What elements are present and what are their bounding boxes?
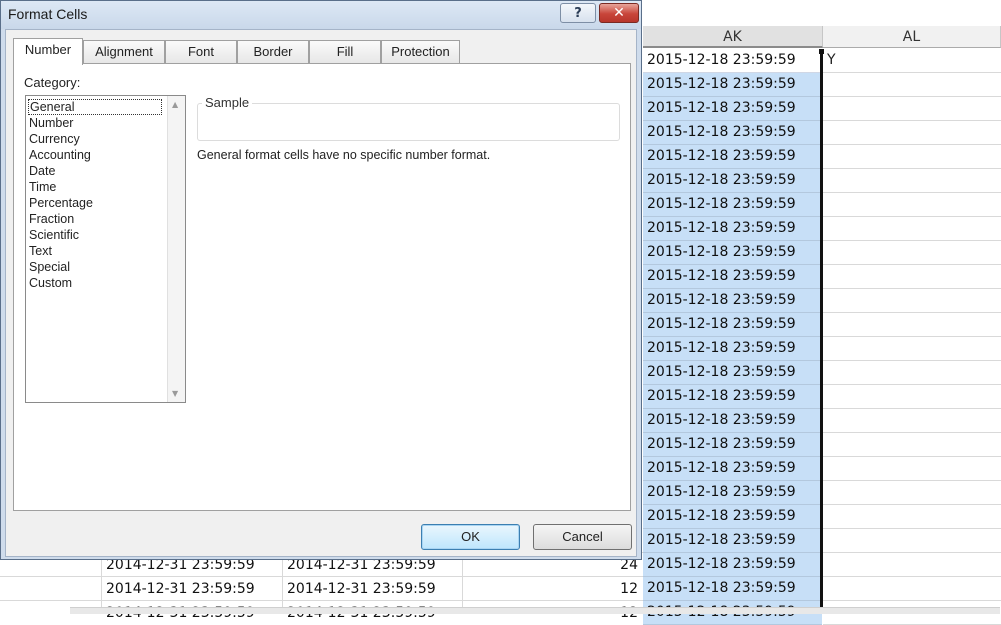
al-cell[interactable]	[823, 361, 1001, 385]
ak-cell[interactable]: 2015-12-18 23:59:59	[643, 73, 822, 97]
dialog-titlebar[interactable]: Format Cells ? ✕	[1, 1, 641, 29]
ak-cell[interactable]: 2015-12-18 23:59:59	[643, 121, 822, 145]
ak-cell[interactable]: 2015-12-18 23:59:59	[643, 49, 822, 73]
category-item[interactable]: Number	[28, 115, 162, 131]
ak-cell[interactable]: 2015-12-18 23:59:59	[643, 169, 822, 193]
ak-cell[interactable]: 2015-12-18 23:59:59	[643, 553, 822, 577]
al-cell[interactable]	[823, 97, 1001, 121]
category-item[interactable]: Accounting	[28, 147, 162, 163]
dialog-body: Number Alignment Font Border Fill Protec…	[5, 29, 637, 557]
al-cell[interactable]	[823, 313, 1001, 337]
al-cell[interactable]	[823, 241, 1001, 265]
al-cell[interactable]	[823, 577, 1001, 601]
category-item[interactable]: Date	[28, 163, 162, 179]
ak-cell[interactable]: 2015-12-18 23:59:59	[643, 289, 822, 313]
ak-cell[interactable]: 2015-12-18 23:59:59	[643, 577, 822, 601]
ok-button[interactable]: OK	[421, 524, 520, 550]
al-cell[interactable]	[823, 73, 1001, 97]
selection-fill-handle[interactable]	[819, 49, 824, 54]
column-header-ak[interactable]: AK	[643, 26, 823, 48]
al-cell[interactable]	[823, 553, 1001, 577]
category-listbox[interactable]: General Number Currency Accounting Date Time P…	[25, 95, 186, 403]
al-cell[interactable]	[823, 193, 1001, 217]
al-cell[interactable]	[823, 145, 1001, 169]
category-scrollbar[interactable]: ▲ ▼	[167, 96, 185, 402]
tab-fill[interactable]: Fill	[309, 40, 381, 64]
format-cells-dialog: Format Cells ? ✕ Number Alignment Font B…	[0, 0, 642, 560]
ak-cell[interactable]: 2015-12-18 23:59:59	[643, 217, 822, 241]
ak-cell[interactable]: 2015-12-18 23:59:59	[643, 529, 822, 553]
column-gridline	[462, 553, 463, 613]
al-cell[interactable]	[823, 505, 1001, 529]
al-cell[interactable]	[823, 265, 1001, 289]
ak-cell[interactable]: 2015-12-18 23:59:59	[643, 265, 822, 289]
ak-cell[interactable]: 2015-12-18 23:59:59	[643, 241, 822, 265]
help-button[interactable]: ?	[560, 3, 596, 23]
scroll-down-icon[interactable]: ▼	[172, 389, 178, 398]
tab-border[interactable]: Border	[237, 40, 309, 64]
al-cell[interactable]	[823, 433, 1001, 457]
sample-group	[197, 103, 620, 141]
ak-cell[interactable]: 2015-12-18 23:59:59	[643, 193, 822, 217]
category-label: Category:	[24, 75, 81, 90]
date-cell[interactable]: 2014-12-31 23:59:59	[287, 577, 436, 601]
dialog-title: Format Cells	[8, 6, 88, 22]
category-item[interactable]: Text	[28, 243, 162, 259]
column-gridline	[101, 553, 102, 613]
al-cell[interactable]: Y	[823, 49, 1001, 73]
category-item[interactable]: Custom	[28, 275, 162, 291]
category-item[interactable]: Fraction	[28, 211, 162, 227]
selection-border	[820, 50, 823, 613]
category-item[interactable]: Currency	[28, 131, 162, 147]
cancel-button[interactable]: Cancel	[533, 524, 632, 550]
category-item[interactable]: Percentage	[28, 195, 162, 211]
ak-cell[interactable]: 2015-12-18 23:59:59	[643, 361, 822, 385]
category-item[interactable]: General	[28, 99, 162, 115]
ak-cell[interactable]: 2015-12-18 23:59:59	[643, 409, 822, 433]
al-cell[interactable]	[823, 457, 1001, 481]
al-cell[interactable]	[823, 217, 1001, 241]
ak-cell[interactable]: 2015-12-18 23:59:59	[643, 337, 822, 361]
category-item[interactable]: Scientific	[28, 227, 162, 243]
scroll-up-icon[interactable]: ▲	[172, 100, 178, 109]
category-item[interactable]: Special	[28, 259, 162, 275]
category-item[interactable]: Time	[28, 179, 162, 195]
al-cell[interactable]	[823, 409, 1001, 433]
sample-label: Sample	[202, 95, 253, 110]
al-cell[interactable]	[823, 385, 1001, 409]
ak-cell[interactable]: 2015-12-18 23:59:59	[643, 313, 822, 337]
tab-protection[interactable]: Protection	[381, 40, 460, 64]
al-cell[interactable]	[823, 169, 1001, 193]
ak-cell[interactable]: 2015-12-18 23:59:59	[643, 481, 822, 505]
al-cell[interactable]	[823, 121, 1001, 145]
date-cell[interactable]: 2014-12-31 23:59:59	[106, 577, 255, 601]
tab-alignment[interactable]: Alignment	[83, 40, 165, 64]
al-cell[interactable]	[823, 481, 1001, 505]
ak-cell[interactable]: 2015-12-18 23:59:59	[643, 385, 822, 409]
ak-cell[interactable]: 2015-12-18 23:59:59	[643, 97, 822, 121]
number-tab-panel: Category: General Number Currency Accountin…	[13, 63, 631, 511]
number-cell[interactable]: 12	[600, 577, 638, 601]
al-cell[interactable]	[823, 529, 1001, 553]
ak-cell[interactable]: 2015-12-18 23:59:59	[643, 457, 822, 481]
tab-font[interactable]: Font	[165, 40, 237, 64]
ak-cell[interactable]: 2015-12-18 23:59:59	[643, 145, 822, 169]
tab-number[interactable]: Number	[13, 38, 83, 65]
column-header-al[interactable]: AL	[823, 26, 1001, 48]
ak-cell[interactable]: 2015-12-18 23:59:59	[643, 433, 822, 457]
al-cell[interactable]	[823, 337, 1001, 361]
close-button[interactable]: ✕	[599, 3, 639, 23]
al-cell[interactable]	[823, 289, 1001, 313]
column-gridline	[282, 553, 283, 613]
format-description: General format cells have no specific nu…	[197, 148, 491, 162]
ak-cell[interactable]: 2015-12-18 23:59:59	[643, 505, 822, 529]
